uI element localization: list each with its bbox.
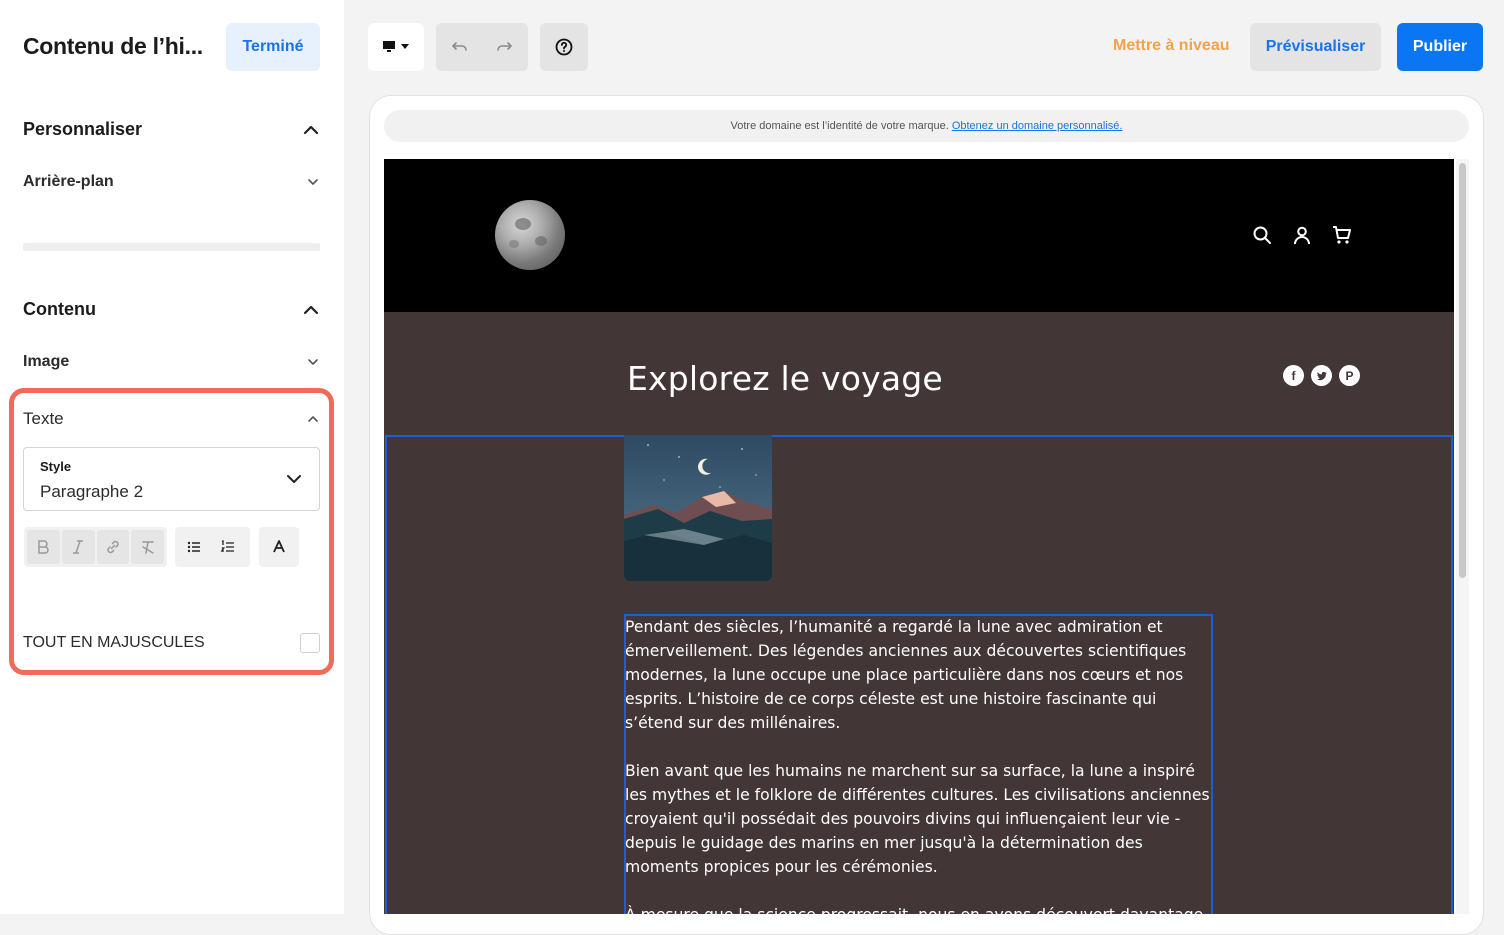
bullet-list-icon[interactable] [177,530,211,564]
domain-banner: Votre domaine est l’identité de votre ma… [384,110,1469,142]
upgrade-link[interactable]: Mettre à niveau [1113,37,1229,55]
link-icon[interactable] [96,530,130,564]
section-divider [23,243,320,251]
chevron-down-icon[interactable] [306,175,320,189]
style-select-value: Paragraphe 2 [40,482,144,501]
panel-title: Contenu de l’hi... [23,33,203,59]
all-caps-label: TOUT EN MAJUSCULES [23,634,205,651]
facebook-icon[interactable]: f [1283,365,1304,386]
preview-button[interactable]: Prévisualiser [1250,23,1381,71]
text-color-button[interactable] [259,527,299,567]
numbered-list-icon[interactable] [211,530,245,564]
twitter-icon[interactable] [1311,365,1332,386]
chevron-up-icon[interactable] [302,121,320,139]
custom-domain-link[interactable]: Obtenez un domaine personnalisé. [952,120,1123,132]
pinterest-icon[interactable]: P [1339,365,1360,386]
mountain-image[interactable] [624,435,772,581]
preview-scrollbar-thumb[interactable] [1459,163,1466,578]
domain-banner-text: Votre domaine est l’identité de votre ma… [730,120,949,132]
search-icon[interactable] [1252,225,1272,245]
list-buttons [175,527,250,567]
cart-icon[interactable] [1332,225,1352,245]
help-button[interactable] [540,23,588,71]
undo-redo-group [436,23,528,71]
help-icon [555,38,573,56]
image-row-label[interactable]: Image [23,353,69,371]
account-icon[interactable] [1292,225,1312,245]
style-select[interactable]: Style Paragraphe 2 [23,447,320,511]
style-select-label: Style [40,459,72,474]
page-title[interactable]: Explorez le voyage [627,359,943,398]
desktop-icon [383,41,409,52]
redo-icon[interactable] [492,35,516,59]
undo-icon[interactable] [448,35,472,59]
background-row-label[interactable]: Arrière-plan [23,173,114,191]
done-button[interactable]: Terminé [226,23,320,71]
chevron-up-icon[interactable] [306,412,320,426]
italic-icon[interactable] [61,530,95,564]
site-preview: Explorez le voyage f P Pendant des siècl… [384,159,1454,914]
paragraph-2[interactable]: Bien avant que les humains ne marchent s… [625,759,1215,879]
text-color-icon[interactable] [262,530,296,564]
clear-format-icon[interactable] [131,530,164,564]
text-style-buttons [24,527,167,567]
paragraph-1[interactable]: Pendant des siècles, l’humanité a regard… [625,615,1215,735]
chevron-down-icon[interactable] [306,355,320,369]
publish-button[interactable]: Publier [1397,23,1483,71]
sidebar-panel: Contenu de l’hi... Terminé Personnaliser… [0,0,344,914]
moon-logo[interactable] [495,200,565,270]
all-caps-checkbox[interactable] [300,633,320,653]
text-row-label[interactable]: Texte [23,409,64,429]
section-content-heading[interactable]: Contenu [23,299,96,320]
bold-icon[interactable] [27,530,60,564]
site-header [384,159,1454,312]
chevron-up-icon[interactable] [302,301,320,319]
chevron-down-icon [287,475,301,483]
section-personalize-heading[interactable]: Personnaliser [23,119,142,140]
paragraph-3[interactable]: À mesure que la science progressait, nou… [625,903,1215,914]
device-selector[interactable] [368,23,424,71]
